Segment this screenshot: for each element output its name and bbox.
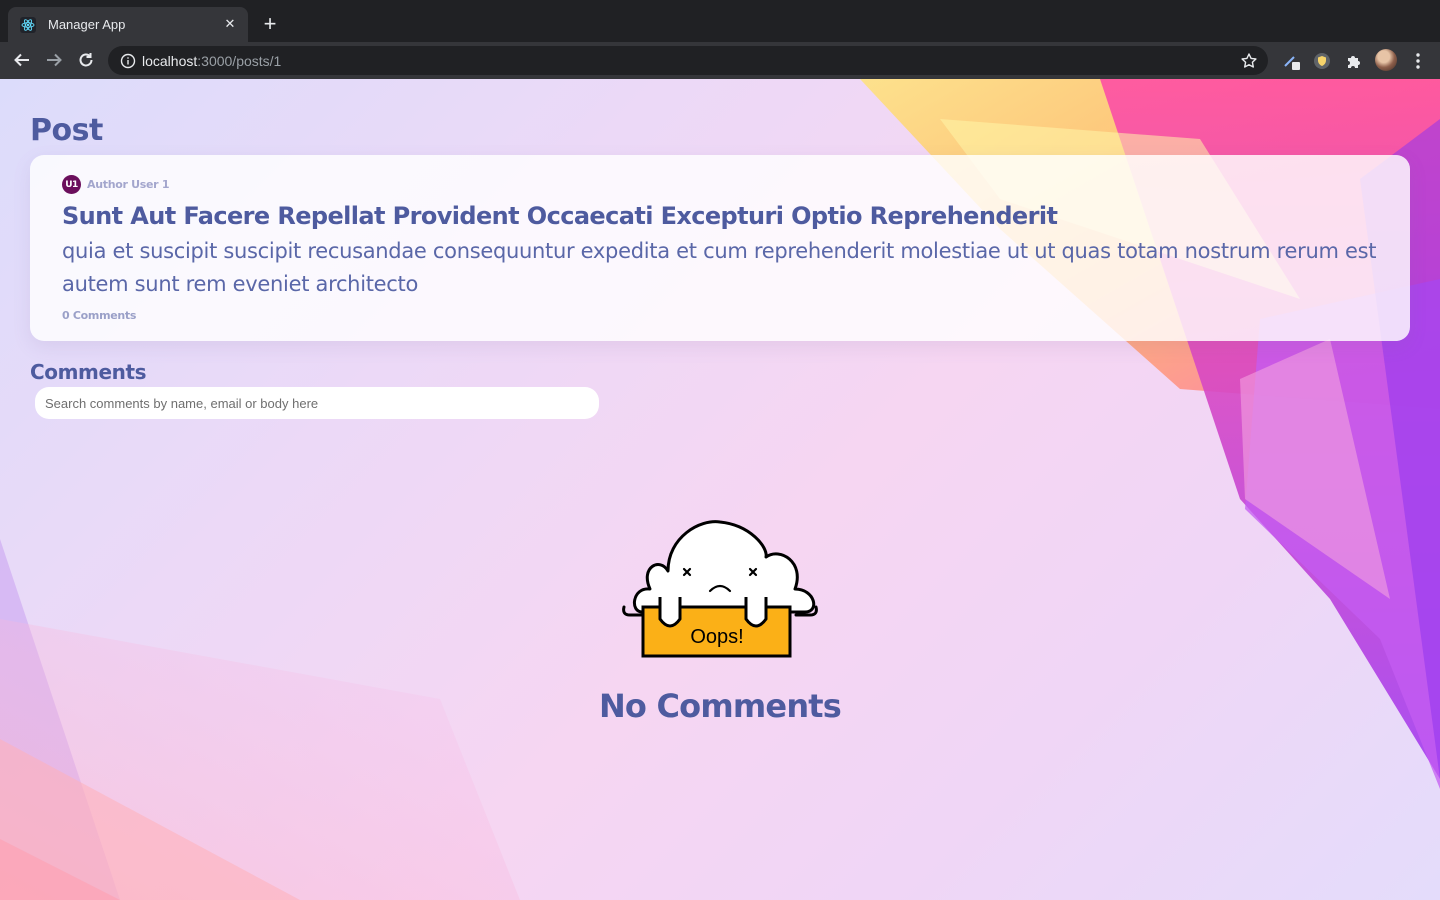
author-name[interactable]: Author User 1 bbox=[87, 178, 170, 191]
search-input[interactable] bbox=[35, 387, 599, 419]
browser-tab[interactable]: Manager App ✕ bbox=[8, 7, 248, 42]
react-favicon-icon bbox=[20, 16, 36, 33]
post-card: U1 Author User 1 Sunt Aut Facere Repella… bbox=[30, 155, 1410, 341]
reload-icon[interactable] bbox=[76, 50, 96, 70]
comments-heading: Comments bbox=[30, 360, 147, 384]
pen-extension-icon[interactable] bbox=[1282, 51, 1302, 71]
post-title: Sunt Aut Facere Repellat Provident Occae… bbox=[62, 202, 1058, 230]
kebab-menu-icon[interactable] bbox=[1408, 51, 1428, 71]
shield-extension-icon[interactable] bbox=[1312, 51, 1332, 71]
tab-title: Manager App bbox=[48, 17, 126, 32]
plus-icon[interactable]: + bbox=[258, 13, 282, 37]
empty-sign-text: Oops! bbox=[690, 626, 743, 648]
url-text: localhost:3000/posts/1 bbox=[142, 53, 1240, 69]
profile-avatar[interactable] bbox=[1375, 49, 1397, 71]
forward-arrow-icon[interactable] bbox=[44, 50, 64, 70]
address-bar[interactable]: localhost:3000/posts/1 bbox=[108, 46, 1268, 75]
author-row: U1 Author User 1 bbox=[62, 175, 1378, 194]
tab-strip: Manager App ✕ + bbox=[0, 0, 1440, 42]
avatar: U1 bbox=[62, 175, 81, 194]
page-viewport: Post U1 Author User 1 Sunt Aut Facere Re… bbox=[0, 79, 1440, 900]
page-title: Post bbox=[30, 113, 103, 148]
empty-state-illustration: Oops! bbox=[622, 520, 818, 658]
info-icon[interactable] bbox=[120, 53, 136, 69]
comment-count: 0 Comments bbox=[62, 309, 137, 322]
back-arrow-icon[interactable] bbox=[12, 50, 32, 70]
star-icon[interactable] bbox=[1240, 52, 1258, 70]
puzzle-icon[interactable] bbox=[1344, 51, 1364, 71]
url-host: localhost bbox=[142, 52, 198, 69]
close-icon[interactable]: ✕ bbox=[222, 17, 238, 32]
url-path: :3000/posts/1 bbox=[197, 52, 282, 69]
empty-state-title: No Comments bbox=[598, 687, 842, 725]
post-body: quia et suscipit suscipit recusandae con… bbox=[62, 239, 1377, 296]
browser-toolbar: localhost:3000/posts/1 bbox=[0, 42, 1440, 79]
